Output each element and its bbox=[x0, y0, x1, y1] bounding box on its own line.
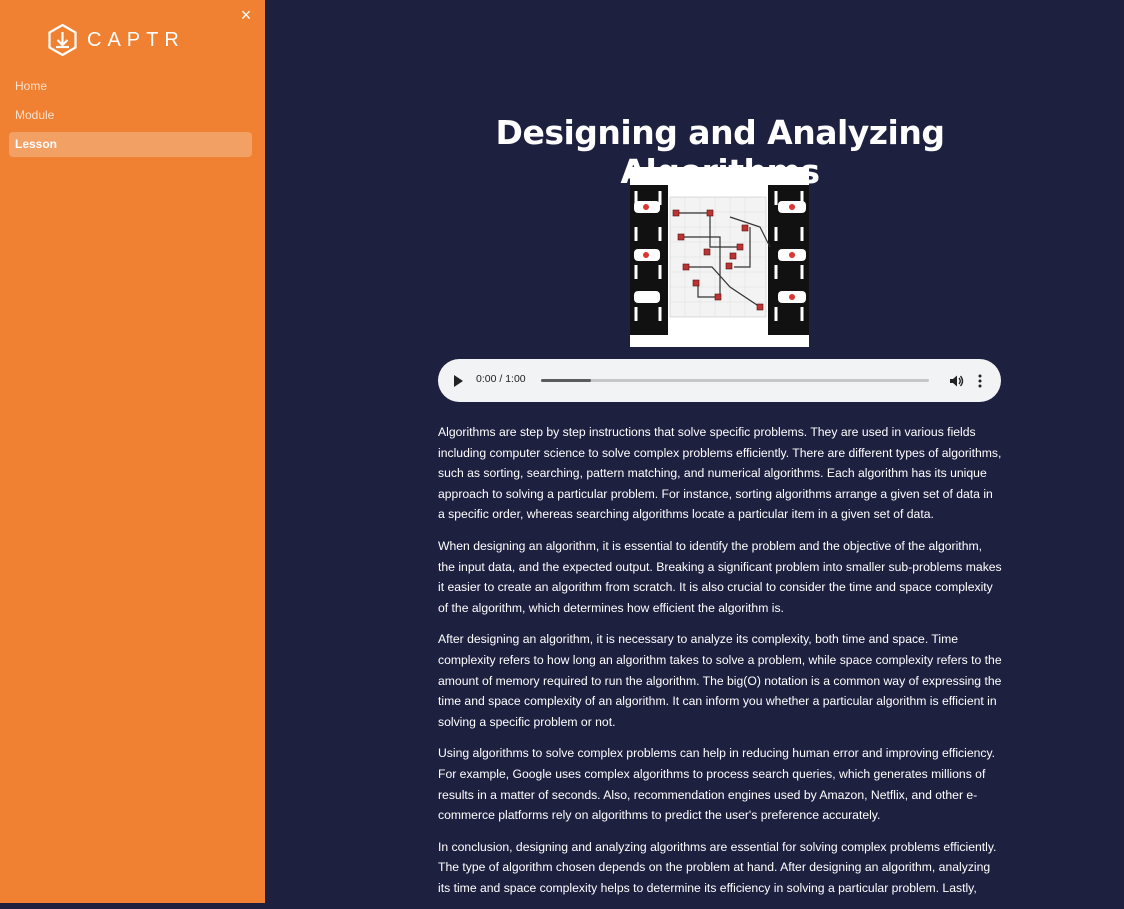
lesson-paragraph: After designing an algorithm, it is nece… bbox=[438, 632, 1002, 729]
lesson-paragraph: Using algorithms to solve complex proble… bbox=[438, 746, 996, 823]
sidebar-item-module[interactable]: Module bbox=[9, 103, 252, 128]
lesson-paragraph: Algorithms are step by step instructions… bbox=[438, 425, 1002, 522]
close-sidebar-button[interactable]: × bbox=[236, 5, 256, 25]
lesson-body: Algorithms are step by step instructions… bbox=[438, 422, 1002, 909]
lesson-illustration bbox=[630, 167, 809, 347]
lesson-paragraph: In conclusion, designing and analyzing a… bbox=[438, 839, 997, 895]
volume-icon[interactable] bbox=[948, 373, 964, 389]
sidebar: × CAPTR Home Module Lesson bbox=[0, 0, 265, 903]
brand-name: CAPTR bbox=[87, 28, 185, 51]
sidebar-nav: Home Module Lesson bbox=[9, 74, 252, 161]
lesson-paragraph: When designing an algorithm, it is essen… bbox=[438, 538, 1002, 615]
play-icon[interactable] bbox=[454, 375, 463, 387]
sidebar-item-home[interactable]: Home bbox=[9, 74, 252, 99]
main-content: Designing and Analyzing Algorithms bbox=[265, 0, 1124, 903]
audio-player[interactable]: 0:00 / 1:00 bbox=[438, 359, 1001, 402]
audio-progress-fill bbox=[541, 379, 592, 382]
sidebar-item-lesson[interactable]: Lesson bbox=[9, 132, 252, 157]
audio-progress-slider[interactable] bbox=[541, 379, 929, 382]
audio-time: 0:00 / 1:00 bbox=[476, 373, 526, 385]
brand-logo[interactable]: CAPTR bbox=[48, 24, 185, 56]
captr-logo-icon bbox=[48, 24, 77, 56]
more-vertical-icon[interactable] bbox=[976, 373, 984, 389]
